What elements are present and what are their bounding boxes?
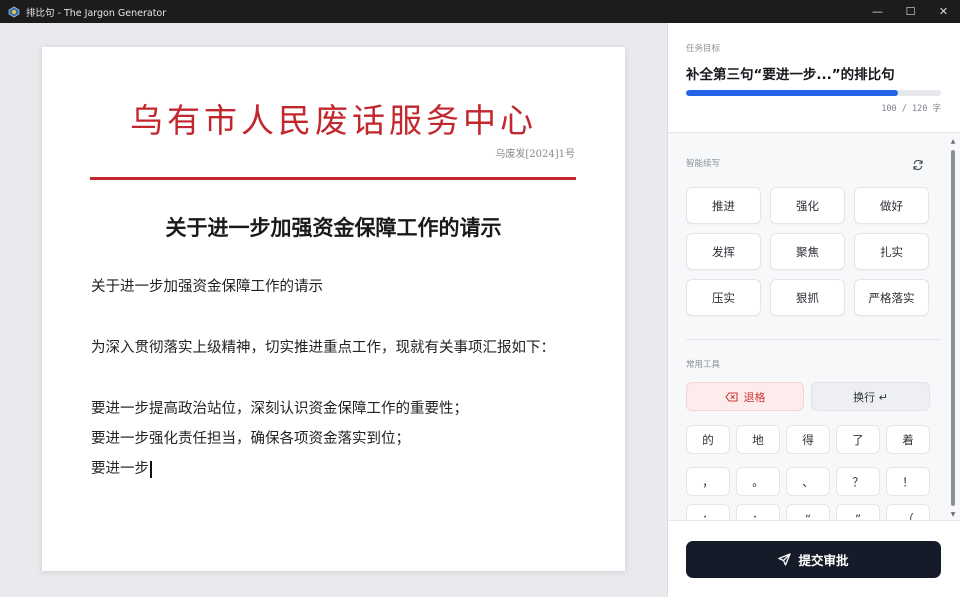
- suggestion-chip[interactable]: 狠抓: [770, 279, 845, 316]
- insert-key[interactable]: 的: [686, 425, 730, 454]
- suggestion-grid: 推进 强化 做好 发挥 聚焦 扎实 压实 狠抓 严格落实: [686, 187, 930, 316]
- suggestion-chip[interactable]: 强化: [770, 187, 845, 224]
- insert-key[interactable]: ”: [836, 504, 880, 520]
- app-logo-icon: [8, 6, 20, 18]
- panel-scrollbar[interactable]: ▲ ▼: [948, 136, 958, 521]
- active-line-text: 要进一步: [91, 461, 149, 477]
- insert-key[interactable]: 得: [786, 425, 830, 454]
- suggestion-chip[interactable]: 压实: [686, 279, 761, 316]
- task-card: 任务目标 补全第三句“要进一步...”的排比句 100 / 120 字: [668, 23, 960, 133]
- backspace-button[interactable]: 退格: [686, 382, 804, 411]
- progress-bar: [686, 90, 941, 96]
- insert-key[interactable]: 。: [736, 467, 780, 496]
- suggestion-chip[interactable]: 做好: [854, 187, 929, 224]
- send-icon: [778, 553, 792, 566]
- document-number: 乌废发[2024]1号: [495, 149, 575, 160]
- red-divider: [90, 177, 576, 180]
- document-line: 要进一步强化责任担当，确保各项资金落实到位；: [91, 431, 410, 447]
- suggestions-label: 智能续写: [686, 159, 721, 169]
- app-window: 排比句 - The Jargon Generator — ☐ ✕ 乌有市人民废话…: [0, 0, 960, 597]
- document-title: 关于进一步加强资金保障工作的请示: [165, 216, 502, 240]
- suggestion-chip[interactable]: 扎实: [854, 233, 929, 270]
- title-bar: 排比句 - The Jargon Generator — ☐ ✕: [0, 0, 960, 23]
- insert-key[interactable]: 了: [836, 425, 880, 454]
- document-active-line[interactable]: 要进一步: [91, 457, 152, 478]
- insert-key[interactable]: 、: [786, 467, 830, 496]
- insert-key[interactable]: “: [786, 504, 830, 520]
- insert-key[interactable]: ：: [686, 504, 730, 520]
- document-canvas: 乌有市人民废话服务中心 乌废发[2024]1号 关于进一步加强资金保障工作的请示…: [0, 23, 667, 597]
- task-caption: 任务目标: [686, 44, 721, 54]
- refresh-icon[interactable]: [912, 156, 924, 171]
- tools-label: 常用工具: [686, 360, 721, 370]
- backspace-icon: [724, 391, 738, 402]
- scroll-thumb[interactable]: [951, 150, 955, 506]
- punctuation-key-row: ， 。 、 ？ ！: [686, 467, 930, 496]
- maximize-button[interactable]: ☐: [894, 0, 927, 23]
- window-controls: — ☐ ✕: [861, 0, 960, 23]
- submit-approval-button[interactable]: 提交审批: [686, 541, 941, 578]
- scroll-down-arrow-icon[interactable]: ▼: [949, 511, 957, 519]
- insert-key[interactable]: （: [886, 504, 930, 520]
- submit-label: 提交审批: [798, 553, 849, 568]
- document-page[interactable]: 乌有市人民废话服务中心 乌废发[2024]1号 关于进一步加强资金保障工作的请示…: [42, 47, 625, 571]
- panel-footer: 提交审批: [668, 520, 960, 597]
- document-line: 要进一步提高政治站位，深刻认识资金保障工作的重要性；: [91, 401, 468, 417]
- backspace-label: 退格: [743, 390, 766, 404]
- progress-fill: [686, 90, 899, 96]
- progress-label: 100 / 120 字: [881, 104, 941, 114]
- suggestion-chip[interactable]: 聚焦: [770, 233, 845, 270]
- close-button[interactable]: ✕: [927, 0, 960, 23]
- particle-key-row: 的 地 得 了 着: [686, 425, 930, 454]
- side-panel: 任务目标 补全第三句“要进一步...”的排比句 100 / 120 字 智能续写…: [667, 23, 960, 597]
- text-caret: [150, 460, 152, 478]
- suggestion-chip[interactable]: 推进: [686, 187, 761, 224]
- suggestion-chip[interactable]: 严格落实: [854, 279, 929, 316]
- scroll-up-arrow-icon[interactable]: ▲: [949, 138, 957, 146]
- document-issuer-header: 乌有市人民废话服务中心: [130, 101, 537, 140]
- insert-key[interactable]: ！: [886, 467, 930, 496]
- window-title: 排比句 - The Jargon Generator: [26, 7, 167, 19]
- document-line: 为深入贯彻落实上级精神，切实推进重点工作，现就有关事项汇报如下：: [91, 340, 555, 356]
- punctuation-key-row-partial: ： ； “ ” （: [686, 504, 930, 520]
- insert-key[interactable]: 地: [736, 425, 780, 454]
- insert-key[interactable]: ？: [836, 467, 880, 496]
- insert-key[interactable]: 着: [886, 425, 930, 454]
- newline-button[interactable]: 换行 ↵: [811, 382, 930, 411]
- task-title: 补全第三句“要进一步...”的排比句: [686, 67, 895, 83]
- insert-key[interactable]: ；: [736, 504, 780, 520]
- suggestion-chip[interactable]: 发挥: [686, 233, 761, 270]
- section-divider: [686, 339, 940, 340]
- minimize-button[interactable]: —: [861, 0, 894, 23]
- document-line: 关于进一步加强资金保障工作的请示: [91, 279, 323, 295]
- insert-key[interactable]: ，: [686, 467, 730, 496]
